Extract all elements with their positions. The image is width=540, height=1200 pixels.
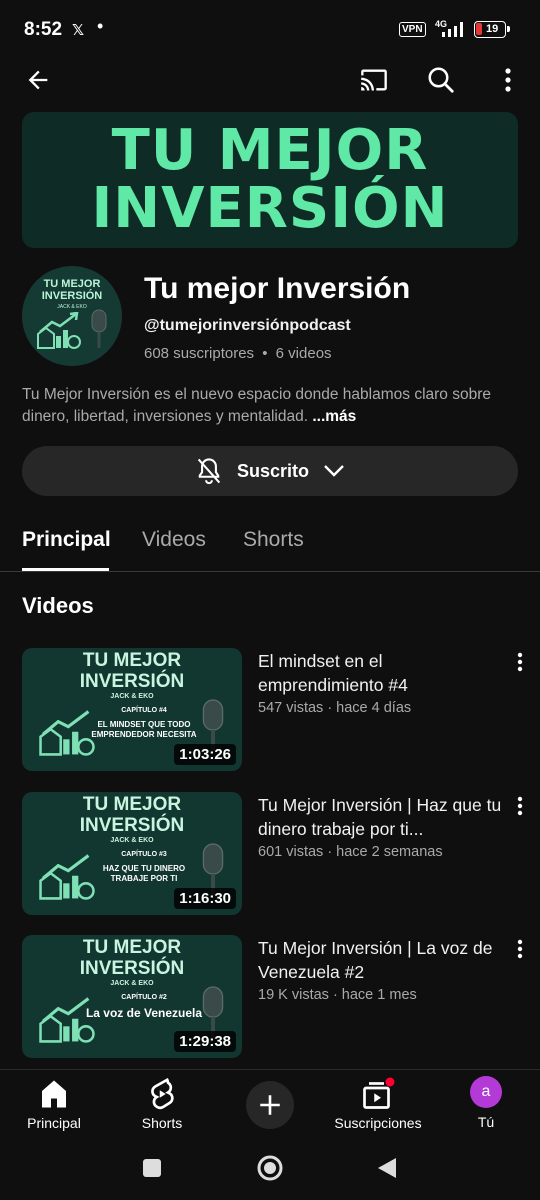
thumb-line-1: TU MEJOR (82, 794, 182, 815)
thumb-topic: La voz de Venezuela (85, 1006, 203, 1020)
tab-principal[interactable]: Principal (22, 528, 111, 552)
subscribed-button[interactable]: Suscrito (22, 446, 518, 496)
section-title: Videos (22, 593, 94, 618)
video-duration: 1:03:26 (174, 744, 236, 765)
channel-stats: 608 suscriptores • 6 videos (144, 345, 332, 362)
video-thumbnail[interactable]: TU MEJOR INVERSIÓN JACK & EKO CAPÍTULO #4… (22, 648, 242, 771)
more-vert-icon[interactable] (488, 60, 528, 100)
battery-icon: 19 (474, 21, 510, 38)
x-app-icon: 𝕏 (72, 22, 85, 39)
nav-subscriptions-label: Suscripciones (334, 1115, 422, 1131)
more-vert-icon[interactable] (512, 796, 528, 816)
thumb-chapter: CAPÍTULO #3 (121, 851, 167, 858)
chart-growth-icon (39, 710, 95, 756)
battery-level: 19 (486, 23, 499, 35)
status-time: 8:52 (24, 19, 63, 40)
thumb-line-2: INVERSIÓN (79, 815, 185, 836)
description-text: Tu Mejor Inversión es el nuevo espacio d… (22, 386, 491, 425)
thumb-line-1: TU MEJOR (82, 937, 182, 958)
back-arrow-icon[interactable] (18, 60, 58, 100)
video-thumbnail[interactable]: TU MEJOR INVERSIÓN JACK & EKO CAPÍTULO #2… (22, 935, 242, 1058)
subscribed-label: Suscrito (236, 460, 310, 481)
avatar-line-2: INVERSIÓN (41, 290, 103, 302)
video-duration: 1:16:30 (174, 888, 236, 909)
thumb-line-1: TU MEJOR (82, 650, 182, 671)
video-meta: 547 vistas · hace 4 días (258, 700, 412, 716)
nav-home-label: Principal (27, 1115, 81, 1131)
vpn-badge: VPN (399, 22, 426, 37)
subscriber-count: 608 suscriptores (144, 345, 255, 362)
video-title[interactable]: El mindset en el emprendimiento #4 (258, 649, 508, 697)
home-icon (42, 1080, 66, 1108)
channel-tabs: Principal Videos Shorts (0, 520, 540, 572)
more-link[interactable]: ...más (312, 408, 356, 425)
nav-shorts-label: Shorts (141, 1115, 183, 1131)
thumb-chapter: CAPÍTULO #2 (121, 994, 167, 1001)
back-triangle-icon[interactable] (376, 1156, 398, 1180)
status-bar: 8:52 𝕏 • VPN 4G 19 (0, 0, 540, 62)
cast-icon[interactable] (354, 60, 394, 100)
thumb-line-2: INVERSIÓN (79, 671, 185, 692)
thumb-chapter: CAPÍTULO #4 (121, 707, 167, 714)
video-item[interactable]: TU MEJOR INVERSIÓN JACK & EKO CAPÍTULO #3… (0, 792, 540, 916)
channel-banner: TU MEJOR INVERSIÓN (22, 112, 518, 248)
video-count: 6 videos (275, 345, 332, 362)
notification-dot: • (97, 16, 104, 36)
nav-you-label: Tú (477, 1114, 495, 1130)
thumb-line-2: INVERSIÓN (79, 958, 185, 979)
shorts-icon (151, 1077, 174, 1110)
plus-icon (260, 1095, 280, 1115)
bell-off-icon (197, 458, 221, 485)
subscriptions-icon (363, 1077, 395, 1109)
channel-description[interactable]: Tu Mejor Inversión es el nuevo espacio d… (22, 384, 512, 428)
thumb-topic: EL MINDSET QUE TODO EMPRENDEDOR NECESITA (91, 720, 197, 739)
nav-shorts[interactable]: Shorts (122, 1070, 202, 1138)
video-item[interactable]: TU MEJOR INVERSIÓN JACK & EKO CAPÍTULO #4… (0, 648, 540, 772)
active-tab-indicator (22, 568, 109, 571)
more-vert-icon[interactable] (512, 652, 528, 672)
chart-growth-icon (39, 854, 95, 900)
channel-avatar[interactable]: TU MEJOR INVERSIÓN JACK & EKO (22, 266, 122, 366)
video-title[interactable]: Tu Mejor Inversión | Haz que tu dinero t… (258, 793, 508, 841)
signal-icon (442, 22, 463, 37)
tab-videos[interactable]: Videos (142, 528, 206, 552)
video-duration: 1:29:38 (174, 1031, 236, 1052)
recents-icon[interactable] (142, 1158, 162, 1178)
tab-shorts[interactable]: Shorts (243, 528, 304, 552)
chart-growth-icon (39, 997, 95, 1043)
search-icon[interactable] (421, 60, 461, 100)
channel-handle: @tumejorinversiónpodcast (144, 317, 351, 334)
video-meta: 19 K vistas · hace 1 mes (258, 987, 417, 1003)
video-item[interactable]: TU MEJOR INVERSIÓN JACK & EKO CAPÍTULO #2… (0, 935, 540, 1059)
thumb-topic: HAZ QUE TU DINERO TRABAJE POR TI (102, 864, 186, 883)
avatar-line-1: TU MEJOR (43, 278, 101, 290)
video-title[interactable]: Tu Mejor Inversión | La voz de Venezuela… (258, 936, 508, 984)
system-navigation-bar (0, 1137, 540, 1200)
video-meta: 601 vistas · hace 2 semanas (258, 844, 443, 860)
banner-line-2: INVERSIÓN (91, 176, 449, 241)
channel-name: Tu mejor Inversión (144, 272, 411, 305)
top-app-bar (0, 58, 540, 104)
nav-subscriptions[interactable]: Suscripciones (326, 1070, 430, 1138)
nav-home[interactable]: Principal (14, 1070, 94, 1138)
nav-you[interactable]: a Tú (446, 1070, 526, 1138)
home-circle-icon[interactable] (256, 1154, 284, 1182)
create-button[interactable] (246, 1081, 294, 1129)
microphone-icon (91, 309, 107, 348)
stats-separator: • (262, 345, 268, 362)
chevron-down-icon (324, 465, 344, 477)
chart-growth-icon (37, 312, 81, 349)
bottom-navigation: Principal Shorts Suscripciones a Tú (0, 1069, 540, 1137)
user-avatar: a (470, 1076, 502, 1108)
more-vert-icon[interactable] (512, 939, 528, 959)
video-thumbnail[interactable]: TU MEJOR INVERSIÓN JACK & EKO CAPÍTULO #3… (22, 792, 242, 915)
banner-line-1: TU MEJOR (111, 118, 429, 183)
